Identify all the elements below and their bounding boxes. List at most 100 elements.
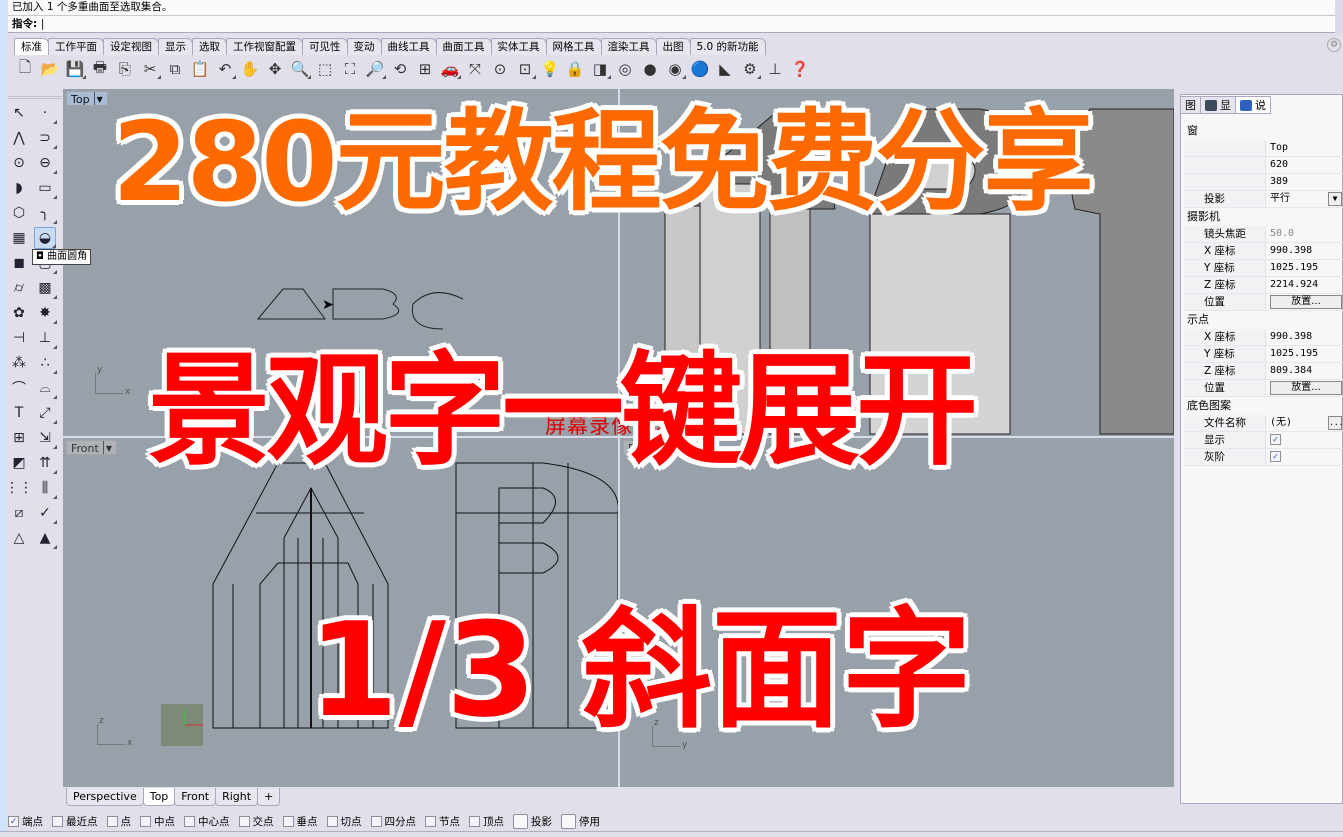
tab-13[interactable]: 出图 — [655, 38, 691, 55]
osnap-checkbox[interactable] — [370, 815, 382, 827]
osnap-checkbox[interactable] — [282, 815, 294, 827]
projection-dropdown-arrow-icon[interactable]: ▼ — [1328, 192, 1342, 206]
split-icon[interactable]: ⊥ — [34, 327, 57, 349]
osnap-11[interactable]: 投影 — [513, 813, 552, 829]
tab-0[interactable]: 标准 — [14, 38, 49, 55]
explode-icon[interactable]: ✸ — [34, 302, 57, 324]
osnap-checkbox[interactable] — [326, 815, 338, 827]
offset-icon[interactable]: ⌒ — [8, 377, 30, 399]
mesh-icon[interactable]: ▩ — [34, 277, 57, 299]
ellipse-icon[interactable]: ⊖ — [34, 152, 57, 174]
property-value[interactable]: 389 — [1266, 174, 1343, 190]
extrude-up-icon[interactable]: ⇈ — [34, 452, 57, 474]
analyze-icon[interactable]: ⫼ — [34, 477, 57, 499]
viewport-tab-perspective[interactable]: Perspective — [66, 788, 144, 806]
rectangle-icon[interactable]: ▭ — [34, 177, 57, 199]
osnap-checkbox[interactable] — [238, 815, 250, 827]
osnap-checkbox[interactable] — [184, 815, 195, 827]
properties-tab-0[interactable]: 图 — [1180, 96, 1201, 114]
tab-3[interactable]: 显示 — [158, 38, 193, 55]
osnap-checkbox[interactable] — [140, 815, 151, 827]
shape-primitives-icon[interactable]: △ — [8, 527, 30, 549]
ungroup-icon[interactable]: ∴ — [34, 352, 57, 374]
viewport-tab-add[interactable]: + — [257, 788, 281, 806]
cylinder-icon[interactable]: ⌭ — [8, 277, 30, 299]
toolbar-grip[interactable] — [8, 96, 62, 99]
property-value[interactable]: 990.398 — [1266, 243, 1343, 259]
osnap-checkbox[interactable]: ✓ — [8, 815, 19, 827]
osnap-8[interactable]: 四分点 — [370, 814, 416, 829]
command-input[interactable]: | — [41, 18, 45, 30]
osnap-1[interactable]: 最近点 — [52, 814, 98, 829]
tab-9[interactable]: 曲面工具 — [435, 38, 492, 55]
place-button[interactable]: 放置... — [1270, 295, 1342, 309]
circle-icon[interactable]: ⊙ — [8, 152, 30, 174]
polygon-icon[interactable]: ⬡ — [8, 202, 30, 224]
fillet-surface-icon[interactable]: ◒ — [34, 227, 56, 249]
open-folder-icon[interactable]: 📂 — [39, 58, 61, 80]
tab-4[interactable]: 选取 — [192, 38, 227, 55]
tab-7[interactable]: 变动 — [346, 38, 382, 55]
property-value[interactable]: (无)... — [1266, 415, 1343, 431]
offset-surface-icon[interactable]: ⌓ — [34, 377, 57, 399]
tab-2[interactable]: 设定视图 — [103, 38, 159, 55]
osnap-4[interactable]: 中心点 — [184, 814, 230, 829]
group-icon[interactable]: ⁂ — [8, 352, 30, 374]
osnap-3[interactable]: 中点 — [140, 814, 175, 829]
point-icon[interactable]: · — [34, 102, 57, 124]
property-value[interactable]: 1025.195 — [1266, 260, 1343, 276]
save-icon[interactable]: 💾 — [64, 58, 86, 80]
viewport-tab-right[interactable]: Right — [215, 788, 259, 806]
move-icon[interactable]: ⇲ — [34, 427, 57, 449]
properties-tab-2[interactable]: 说 — [1235, 96, 1271, 114]
command-scrollbar[interactable] — [1335, 0, 1343, 33]
curve-icon[interactable]: ⊃ — [34, 127, 57, 149]
solid-edit-icon[interactable]: ◩ — [8, 452, 30, 474]
osnap-12[interactable]: 停用 — [561, 813, 600, 829]
osnap-2[interactable]: 点 — [106, 814, 131, 829]
array-icon[interactable]: ⊞ — [8, 427, 30, 449]
bend-icon[interactable]: ⧄ — [8, 502, 30, 524]
new-file-icon[interactable]: 🗋 — [14, 58, 36, 80]
property-value[interactable]: Top — [1266, 140, 1343, 156]
property-checkbox[interactable]: ✓ — [1270, 434, 1281, 445]
osnap-6[interactable]: 垂点 — [282, 814, 318, 829]
osnap-checkbox[interactable] — [425, 815, 436, 827]
osnap-checkbox[interactable] — [469, 815, 480, 827]
property-value[interactable]: 平行 ▼ — [1266, 191, 1343, 207]
viewport-tab-front[interactable]: Front — [174, 788, 217, 806]
osnap-10[interactable]: 顶点 — [469, 814, 504, 829]
property-checkbox[interactable]: ✓ — [1270, 451, 1281, 462]
viewport-tab-top[interactable]: Top — [142, 788, 176, 806]
place-button[interactable]: 放置... — [1270, 381, 1342, 395]
osnap-0[interactable]: ✓ 端点 — [8, 814, 43, 829]
box-icon[interactable]: ◼ — [8, 252, 30, 274]
property-value[interactable]: 809.384 — [1266, 363, 1343, 379]
tab-11[interactable]: 网格工具 — [545, 38, 602, 55]
osnap-checkbox[interactable] — [513, 813, 528, 829]
tab-6[interactable]: 可见性 — [302, 38, 348, 55]
property-value[interactable]: 1025.195 — [1266, 346, 1343, 362]
osnap-7[interactable]: 切点 — [326, 814, 362, 829]
boolean-icon[interactable]: ✿ — [8, 302, 30, 324]
tab-1[interactable]: 工作平面 — [48, 38, 104, 55]
property-value[interactable]: 620 — [1266, 157, 1343, 173]
osnap-checkbox[interactable] — [561, 813, 576, 829]
tab-5[interactable]: 工作视窗配置 — [226, 38, 303, 55]
osnap-checkbox[interactable] — [106, 815, 118, 827]
arc-icon[interactable]: ◗ — [8, 177, 30, 199]
tab-options-gear-icon[interactable]: ⚙ — [1327, 38, 1341, 52]
command-line[interactable]: 指令: | — [8, 16, 1335, 33]
osnap-9[interactable]: 节点 — [425, 814, 460, 829]
tab-10[interactable]: 实体工具 — [490, 38, 547, 55]
property-value[interactable]: 2214.924 — [1266, 277, 1343, 293]
select-arrow-icon[interactable]: ↖ — [8, 102, 30, 124]
tab-12[interactable]: 渲染工具 — [600, 38, 657, 55]
pyramid-icon[interactable]: ▲ — [34, 527, 57, 549]
polyline-icon[interactable]: ⋀ — [8, 127, 30, 149]
tab-14[interactable]: 5.0 的新功能 — [689, 38, 766, 55]
check-icon[interactable]: ✓ — [34, 502, 57, 524]
properties-tab-1[interactable]: 显 — [1200, 96, 1236, 114]
text-icon[interactable]: T — [8, 402, 30, 424]
osnap-checkbox[interactable] — [52, 815, 63, 827]
